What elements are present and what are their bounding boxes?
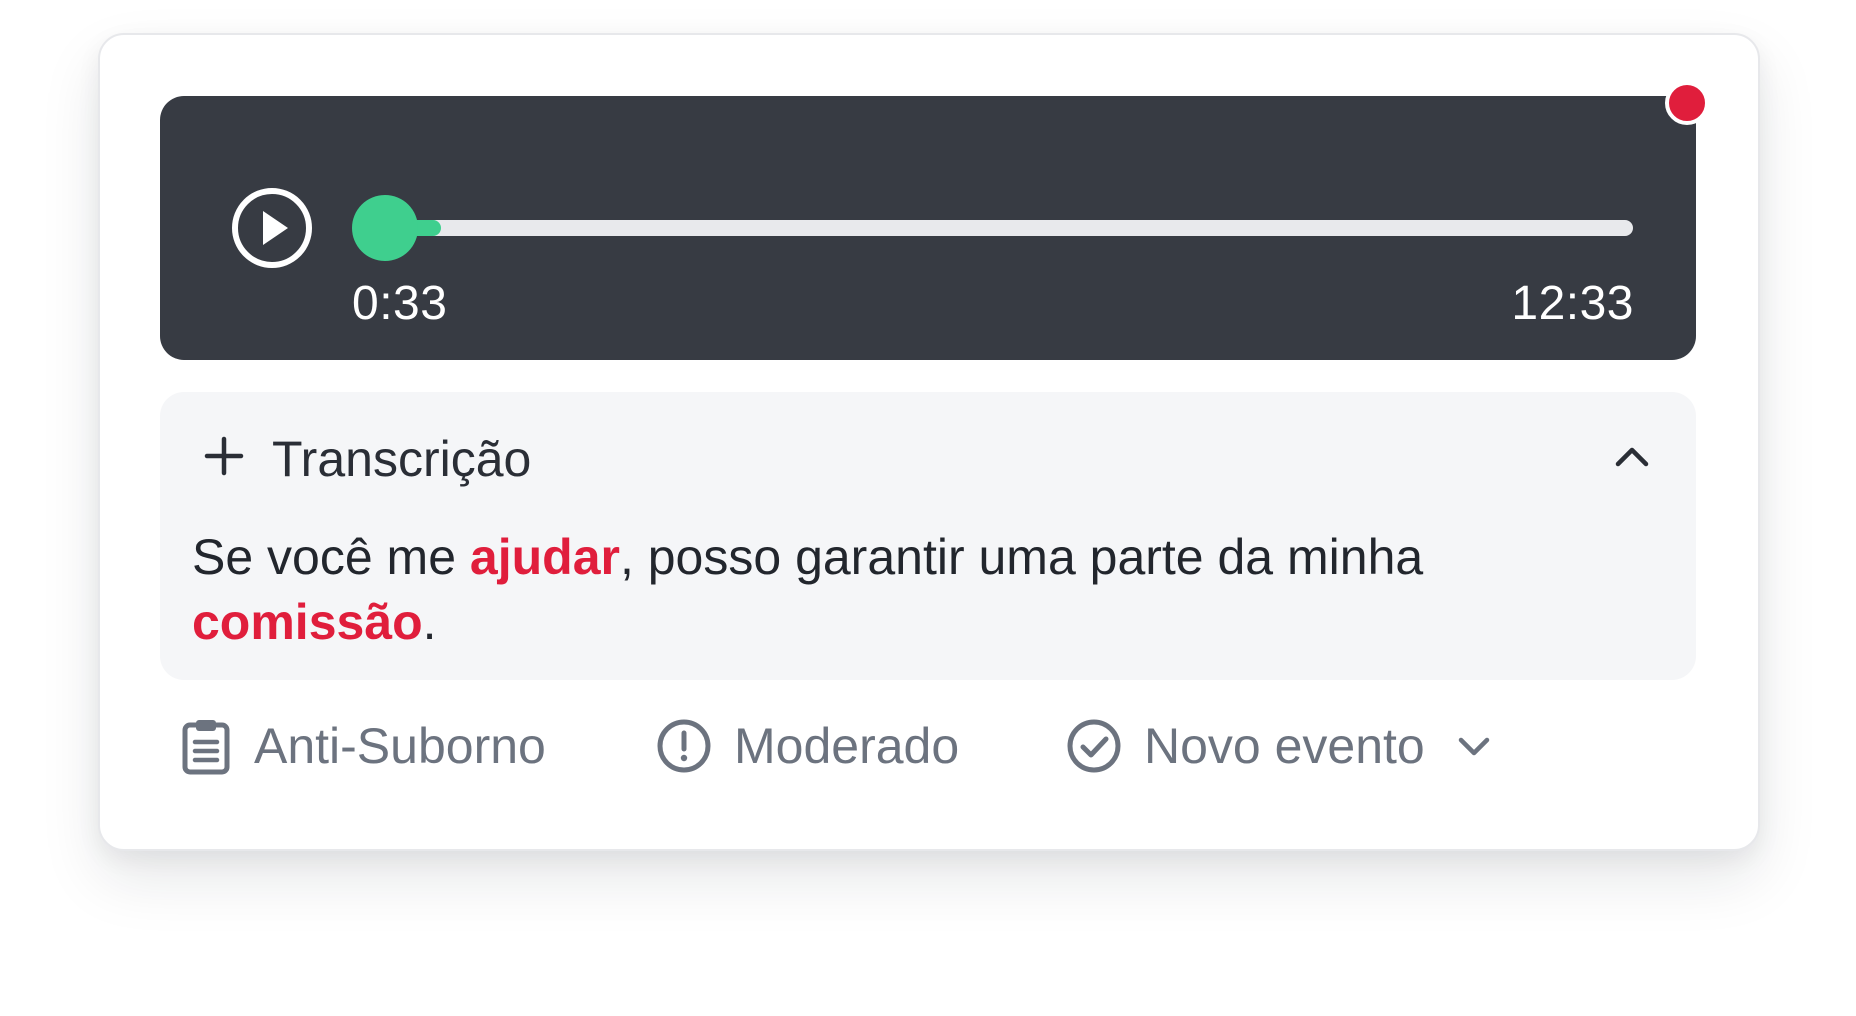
recording-dot-icon [1665, 81, 1709, 125]
progress-handle[interactable] [352, 195, 418, 261]
play-button[interactable] [232, 188, 312, 268]
check-circle-icon [1067, 719, 1121, 773]
tag-label: Anti-Suborno [254, 718, 546, 774]
chevron-up-icon[interactable] [1614, 442, 1650, 470]
total-time: 12:33 [1511, 277, 1634, 330]
canvas: 0:33 12:33 Transcrição Se você me ajudar… [0, 0, 1856, 1016]
play-icon [263, 211, 288, 245]
chevron-down-icon[interactable] [1457, 734, 1491, 758]
tag-label: Novo evento [1144, 718, 1425, 774]
tag-label: Moderado [734, 718, 960, 774]
flagged-word: comissão [192, 594, 423, 650]
transcript-text: Se você me ajudar, posso garantir uma pa… [192, 525, 1652, 655]
flagged-word: ajudar [469, 529, 620, 585]
alert-circle-icon [657, 719, 711, 773]
transcript-text-part: . [422, 594, 437, 650]
clipboard-icon [182, 720, 230, 775]
tag-anti-bribery[interactable]: Anti-Suborno [180, 714, 546, 778]
progress-track[interactable] [385, 220, 1633, 236]
plus-icon[interactable] [204, 436, 244, 476]
tag-event-dropdown[interactable]: Novo evento [1066, 714, 1491, 778]
tag-moderate[interactable]: Moderado [656, 714, 959, 778]
current-time: 0:33 [352, 277, 448, 330]
transcript-title: Transcrição [272, 431, 532, 487]
transcript-text-part: , posso garantir uma parte da minha [619, 529, 1424, 585]
transcript-text-part: Se você me [192, 529, 470, 585]
